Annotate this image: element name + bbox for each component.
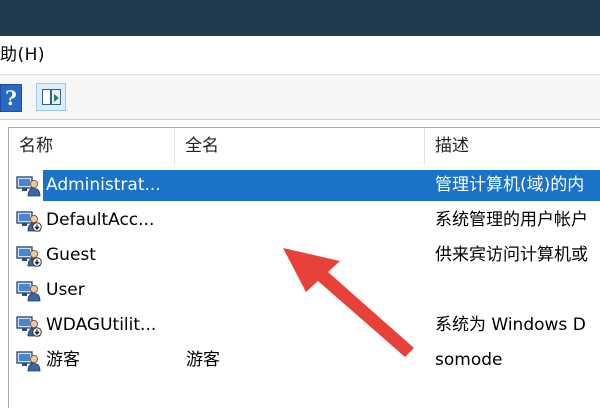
user-description-cell: 管理计算机(域)的内 <box>435 175 585 195</box>
user-description-cell: somode <box>435 350 503 370</box>
user-name-cell: User <box>46 280 85 300</box>
table-row[interactable]: WDAGUtilit... 系统为 Windows D <box>9 308 600 343</box>
user-name-cell: WDAGUtilit... <box>46 315 157 335</box>
help-icon[interactable]: ? <box>0 84 22 112</box>
user-icon <box>16 281 41 302</box>
user-name-cell: 游客 <box>46 350 80 370</box>
user-name-cell: DefaultAcc... <box>46 210 155 230</box>
user-fullname-cell: 游客 <box>186 350 220 370</box>
disabled-user-icon <box>16 211 42 232</box>
table-row[interactable]: 游客 游客 somode <box>9 343 600 378</box>
user-fullname-cell <box>186 273 422 308</box>
user-icon <box>16 176 41 197</box>
column-header-description[interactable]: 描述 <box>425 128 600 165</box>
user-fullname-cell <box>186 168 422 203</box>
user-name-cell: Administrat... <box>46 175 161 195</box>
table-row[interactable]: User <box>9 273 600 308</box>
user-fullname-cell <box>186 203 422 238</box>
menu-help[interactable]: 助(H) <box>0 44 45 66</box>
disabled-user-icon <box>16 246 42 267</box>
table-row[interactable]: Guest 供来宾访问计算机或 <box>9 238 600 273</box>
table-row[interactable]: Administrat... 管理计算机(域)的内 <box>9 168 600 203</box>
user-description-cell: 系统管理的用户帐户 <box>435 210 588 230</box>
user-list-panel: 名称 全名 描述 Administrat... 管理计算机(域)的内 Default… <box>8 127 600 408</box>
menu-bar: 助(H) <box>0 36 600 74</box>
toolbar: ? <box>0 74 600 120</box>
column-header-name[interactable]: 名称 <box>9 128 175 165</box>
list-column-header: 名称 全名 描述 <box>9 128 600 165</box>
user-description-cell <box>435 273 600 308</box>
show-hide-console-tree-icon[interactable] <box>36 83 66 111</box>
user-name-cell: Guest <box>46 245 96 265</box>
user-description-cell: 系统为 Windows D <box>435 315 586 335</box>
disabled-user-icon <box>16 316 42 337</box>
table-row[interactable]: DefaultAcc... 系统管理的用户帐户 <box>9 203 600 238</box>
window-titlebar <box>0 0 600 36</box>
user-fullname-cell <box>186 308 422 343</box>
user-fullname-cell <box>186 238 422 273</box>
column-header-fullname[interactable]: 全名 <box>175 128 425 165</box>
user-description-cell: 供来宾访问计算机或 <box>435 245 588 265</box>
user-icon <box>16 351 41 372</box>
